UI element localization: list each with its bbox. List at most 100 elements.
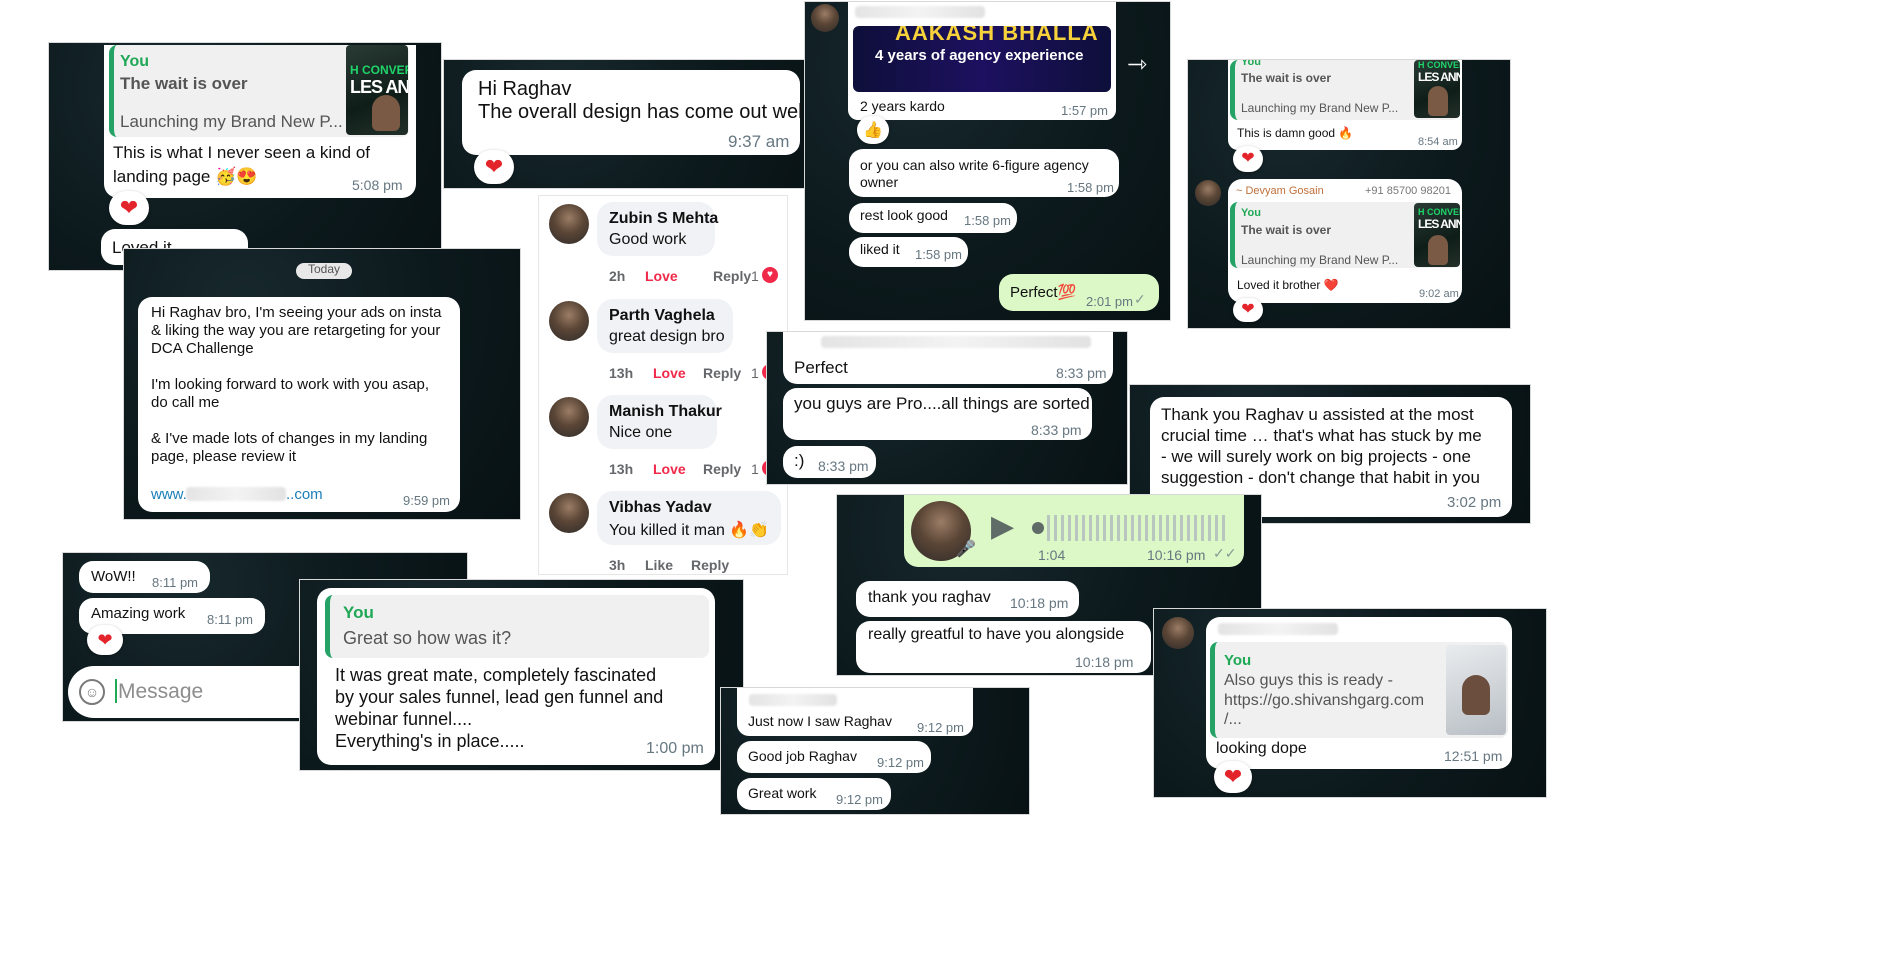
commenter-name[interactable]: Parth Vaghela <box>609 307 715 325</box>
love-button[interactable]: Love <box>653 461 686 477</box>
message-text: looking dope <box>1216 740 1307 757</box>
message-text: thank you raghav <box>868 589 991 606</box>
avatar[interactable] <box>1195 180 1221 206</box>
date-chip: Today <box>296 263 352 279</box>
message-text: Good job Raghav <box>748 748 857 764</box>
quote-preview: Launching my Brand New P... <box>1241 101 1399 115</box>
message-time: 1:58 pm <box>915 247 962 262</box>
thumb-text-2: LES ANNN <box>350 77 408 97</box>
forward-icon[interactable]: ⇾ <box>1127 50 1147 79</box>
sender-name[interactable]: ~ Devyam Gosain <box>1236 185 1324 197</box>
message-text: Perfect💯 <box>1010 284 1077 301</box>
thumbs-up-icon: 👍 <box>863 122 883 139</box>
link-text[interactable]: www. <box>151 486 187 503</box>
quote-sender: You <box>343 603 374 622</box>
message-text: Amazing work <box>91 605 186 622</box>
sender-phone: +91 85700 98201 <box>1365 185 1451 197</box>
comment-age: 3h <box>609 557 626 573</box>
message-time: 10:16 pm <box>1147 547 1206 563</box>
reply-button[interactable]: Reply <box>713 268 751 284</box>
quote-thumbnail: H CONVERT LES ANNN <box>1414 60 1460 118</box>
message-time: 9:12 pm <box>917 720 964 735</box>
message-time: 9:37 am <box>728 132 790 151</box>
heart-reaction[interactable]: ❤ <box>87 625 123 655</box>
message-text: rest look good <box>860 207 948 223</box>
commenter-name[interactable]: Manish Thakur <box>609 403 722 421</box>
avatar[interactable] <box>1162 617 1194 649</box>
reply-button[interactable]: Reply <box>703 461 741 477</box>
message-time: 1:58 pm <box>964 213 1011 228</box>
quote-preview: Launching my Brand New P... <box>1241 253 1399 267</box>
commenter-name[interactable]: Zubin S Mehta <box>609 210 718 228</box>
voice-duration: 1:04 <box>1038 547 1066 563</box>
heart-icon: ❤ <box>1241 150 1255 167</box>
reaction-count[interactable]: 1 <box>751 365 759 381</box>
redacted-name <box>1218 623 1338 635</box>
reply-button[interactable]: Reply <box>691 557 729 573</box>
chat-screenshot-3: Today Hi Raghav bro, I'm seeing your ads… <box>124 249 520 519</box>
chat-screenshot-12: Just now I saw Raghav 9:12 pm Good job R… <box>721 688 1029 814</box>
play-icon[interactable]: ▶ <box>991 509 1014 544</box>
voice-progress-dot[interactable] <box>1032 522 1044 534</box>
message-text: Hi Raghav bro, I'm seeing your ads on in… <box>151 304 442 465</box>
commenter-name[interactable]: Vibhas Yadav <box>609 499 712 517</box>
heart-reaction[interactable]: ❤ <box>474 150 514 184</box>
message-time: 8:11 pm <box>207 612 254 627</box>
message-text: Loved it brother ❤️ <box>1237 278 1339 292</box>
image-banner: AAKASH BHALLA 4 years of agency experien… <box>853 26 1111 92</box>
person-photo <box>1462 675 1490 715</box>
message-placeholder[interactable]: Message <box>118 680 203 704</box>
avatar[interactable] <box>811 4 839 32</box>
reaction-count[interactable]: 1 <box>751 268 759 284</box>
heart-reaction[interactable]: ❤ <box>1233 298 1263 322</box>
heart-reaction[interactable]: ❤ <box>1214 761 1252 793</box>
banner-title: AAKASH BHALLA <box>895 26 1099 45</box>
comment-text: You killed it man 🔥👏 <box>609 522 770 539</box>
love-button[interactable]: Love <box>645 268 678 284</box>
person-photo <box>372 95 400 131</box>
chat-screenshot-5: AAKASH BHALLA 4 years of agency experien… <box>805 2 1170 320</box>
heart-reaction[interactable]: ❤ <box>1233 146 1263 172</box>
message-text: This is what I never seen a kind of land… <box>113 143 371 186</box>
quote-title: The wait is over <box>120 74 248 93</box>
reaction-count[interactable]: 1 <box>751 461 759 477</box>
commenter-avatar[interactable] <box>549 493 589 533</box>
heart-reaction[interactable]: ❤ <box>109 191 149 225</box>
message-time: 9:12 pm <box>877 755 924 770</box>
comment-text: Nice one <box>609 424 673 441</box>
comment-age: 13h <box>609 461 634 477</box>
love-button[interactable]: Love <box>653 365 686 381</box>
reply-button[interactable]: Reply <box>703 365 741 381</box>
quote-line: https://go.shivanshgarg.com <box>1224 692 1425 709</box>
thumbs-up-reaction[interactable]: 👍 <box>857 116 889 144</box>
quote-sender: You <box>1224 652 1252 669</box>
commenter-avatar[interactable] <box>549 204 589 244</box>
message-time: 9:02 am <box>1419 288 1459 300</box>
quote-line: Also guys this is ready - <box>1224 672 1393 689</box>
emoji-icon[interactable]: ☺ <box>79 679 105 705</box>
thumb-text: H CONVERT <box>1418 60 1460 70</box>
message-time: 8:54 am <box>1418 136 1458 148</box>
message-time: 10:18 pm <box>1075 654 1134 670</box>
banner-subtitle: 4 years of agency experience <box>875 47 1084 64</box>
commenter-avatar[interactable] <box>549 397 589 437</box>
message-text: WoW!! <box>91 568 136 585</box>
message-time: 1:58 pm <box>1067 180 1114 195</box>
comment-text: great design bro <box>609 328 725 345</box>
read-check-icon: ✓✓ <box>1213 545 1237 561</box>
love-button[interactable]: Like <box>645 557 673 573</box>
commenter-avatar[interactable] <box>549 301 589 341</box>
message-text: or you can also write 6-figure agency ow… <box>860 157 1089 190</box>
message-text: This is damn good 🔥 <box>1237 126 1354 140</box>
text-cursor <box>115 679 117 703</box>
message-time: 9:12 pm <box>836 792 883 807</box>
quote-text: Great so how was it? <box>343 628 512 648</box>
chat-screenshot-7: Perfect 8:33 pm you guys are Pro....all … <box>767 332 1127 484</box>
redacted-name <box>749 694 837 706</box>
link-text-end[interactable]: ..com <box>286 486 323 503</box>
heart-icon: ❤ <box>484 154 504 179</box>
waveform[interactable] <box>1047 515 1227 541</box>
message-time: 10:18 pm <box>1010 595 1069 611</box>
message-text: Perfect <box>794 358 848 377</box>
quote-sender: You <box>1241 60 1261 68</box>
